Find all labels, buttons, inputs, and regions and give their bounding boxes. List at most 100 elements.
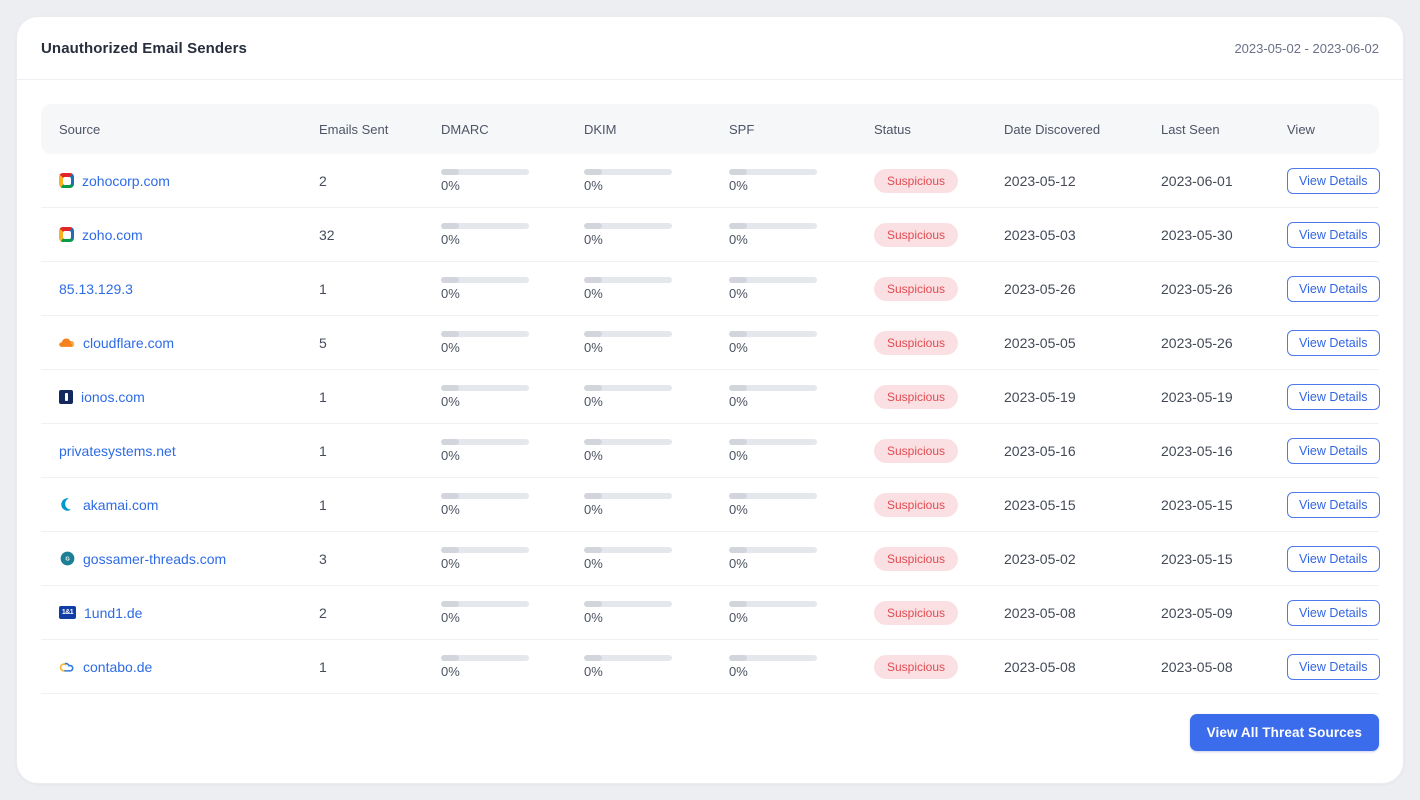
spf-progress-bar (729, 438, 817, 445)
cloudflare-logo-icon (59, 335, 75, 351)
last-seen-value: 2023-05-15 (1161, 550, 1233, 567)
status-badge: Suspicious (874, 438, 959, 463)
date-discovered-value: 2023-05-12 (1004, 172, 1076, 189)
emails-sent-value: 2 (319, 172, 327, 189)
column-header-date-discovered: Date Discovered (1004, 121, 1101, 137)
table-row: ionos.com 1 0% 0% 0% Suspicious 2023-05-19 2023… (41, 370, 1380, 424)
spf-progress-fill (729, 654, 747, 661)
column-header-view: View (1287, 121, 1315, 137)
dkim-percent: 0% (584, 447, 603, 463)
spf-progress-bar (729, 384, 817, 391)
dmarc-progress-fill (441, 330, 459, 337)
source-link[interactable]: gossamer-threads.com (83, 551, 226, 567)
dmarc-progress-fill (441, 654, 459, 661)
dkim-progress-fill (584, 654, 602, 661)
dmarc-progress-bar (441, 222, 529, 229)
emails-sent-value: 2 (319, 604, 327, 621)
view-details-button[interactable]: View Details (1287, 275, 1380, 302)
source-link[interactable]: 85.13.129.3 (59, 281, 133, 297)
dmarc-progress-bar (441, 330, 529, 337)
status-cell: Suspicious (856, 330, 986, 355)
dmarc-cell: 0% (423, 492, 566, 517)
source-link[interactable]: zohocorp.com (82, 173, 170, 189)
dmarc-cell: 0% (423, 222, 566, 247)
view-cell: View Details (1269, 221, 1380, 248)
emails-sent-value: 1 (319, 280, 327, 297)
dmarc-progress-bar (441, 600, 529, 607)
date-discovered-value: 2023-05-05 (1004, 334, 1076, 351)
date-discovered-value: 2023-05-26 (1004, 280, 1076, 297)
source-link[interactable]: privatesystems.net (59, 443, 176, 459)
view-all-threat-sources-button[interactable]: View All Threat Sources (1189, 714, 1379, 751)
status-cell: Suspicious (856, 492, 986, 517)
view-cell: View Details (1269, 383, 1380, 410)
spf-percent: 0% (729, 177, 748, 193)
dkim-percent: 0% (584, 339, 603, 355)
last-seen-value: 2023-05-16 (1161, 442, 1233, 459)
view-details-button[interactable]: View Details (1287, 221, 1380, 248)
spf-percent: 0% (729, 393, 748, 409)
table-row: 1&1 1und1.de 2 0% 0% 0% Suspicious 2023-05-08 20… (41, 586, 1380, 640)
dkim-progress-bar (584, 600, 672, 607)
spf-progress-bar (729, 600, 817, 607)
status-cell: Suspicious (856, 222, 986, 247)
source-link[interactable]: 1und1.de (84, 605, 142, 621)
source-cell: akamai.com (41, 497, 301, 513)
view-details-button[interactable]: View Details (1287, 437, 1380, 464)
spf-percent: 0% (729, 555, 748, 571)
view-cell: View Details (1269, 545, 1380, 572)
dkim-progress-fill (584, 492, 602, 499)
table-row: contabo.de 1 0% 0% 0% Suspicious 2023-05-08 202… (41, 640, 1380, 694)
spf-cell: 0% (711, 492, 856, 517)
source-link[interactable]: cloudflare.com (83, 335, 174, 351)
dkim-cell: 0% (566, 276, 711, 301)
view-details-button[interactable]: View Details (1287, 329, 1380, 356)
view-details-button[interactable]: View Details (1287, 383, 1380, 410)
view-details-button[interactable]: View Details (1287, 599, 1380, 626)
table-body: zohocorp.com 2 0% 0% 0% Suspicious 2023-05-12 2… (41, 154, 1380, 694)
dmarc-cell: 0% (423, 438, 566, 463)
column-header-status: Status (874, 121, 911, 137)
view-details-button[interactable]: View Details (1287, 167, 1380, 194)
spf-cell: 0% (711, 384, 856, 409)
table-row: akamai.com 1 0% 0% 0% Suspicious 2023-05-15 202… (41, 478, 1380, 532)
view-cell: View Details (1269, 437, 1380, 464)
dmarc-percent: 0% (441, 393, 460, 409)
status-cell: Suspicious (856, 438, 986, 463)
spf-progress-bar (729, 222, 817, 229)
spf-progress-bar (729, 168, 817, 175)
status-badge: Suspicious (874, 546, 959, 571)
last-seen-value: 2023-06-01 (1161, 172, 1233, 189)
dmarc-cell: 0% (423, 546, 566, 571)
dkim-progress-fill (584, 600, 602, 607)
date-discovered-value: 2023-05-16 (1004, 442, 1076, 459)
status-cell: Suspicious (856, 276, 986, 301)
last-seen-value: 2023-05-09 (1161, 604, 1233, 621)
spf-progress-fill (729, 276, 747, 283)
source-link[interactable]: contabo.de (83, 659, 152, 675)
spf-progress-fill (729, 600, 747, 607)
dmarc-percent: 0% (441, 609, 460, 625)
dkim-progress-bar (584, 546, 672, 553)
last-seen-value: 2023-05-15 (1161, 496, 1233, 513)
source-link[interactable]: zoho.com (82, 227, 143, 243)
column-header-dkim: DKIM (584, 121, 617, 137)
dmarc-cell: 0% (423, 330, 566, 355)
dkim-cell: 0% (566, 654, 711, 679)
emails-sent-value: 1 (319, 388, 327, 405)
source-link[interactable]: akamai.com (83, 497, 158, 513)
dkim-percent: 0% (584, 609, 603, 625)
source-link[interactable]: ionos.com (81, 389, 145, 405)
zoho-logo-icon (59, 173, 74, 188)
dkim-progress-bar (584, 276, 672, 283)
view-details-button[interactable]: View Details (1287, 491, 1380, 518)
view-details-button[interactable]: View Details (1287, 545, 1380, 572)
dmarc-progress-bar (441, 168, 529, 175)
view-details-button[interactable]: View Details (1287, 653, 1380, 680)
source-cell: zohocorp.com (41, 173, 301, 189)
spf-percent: 0% (729, 285, 748, 301)
table-header-row: Source Emails Sent DMARC DKIM SPF Status Date … (41, 104, 1379, 154)
source-cell: Ggossamer-threads.com (41, 551, 301, 567)
dmarc-percent: 0% (441, 447, 460, 463)
status-cell: Suspicious (856, 600, 986, 625)
